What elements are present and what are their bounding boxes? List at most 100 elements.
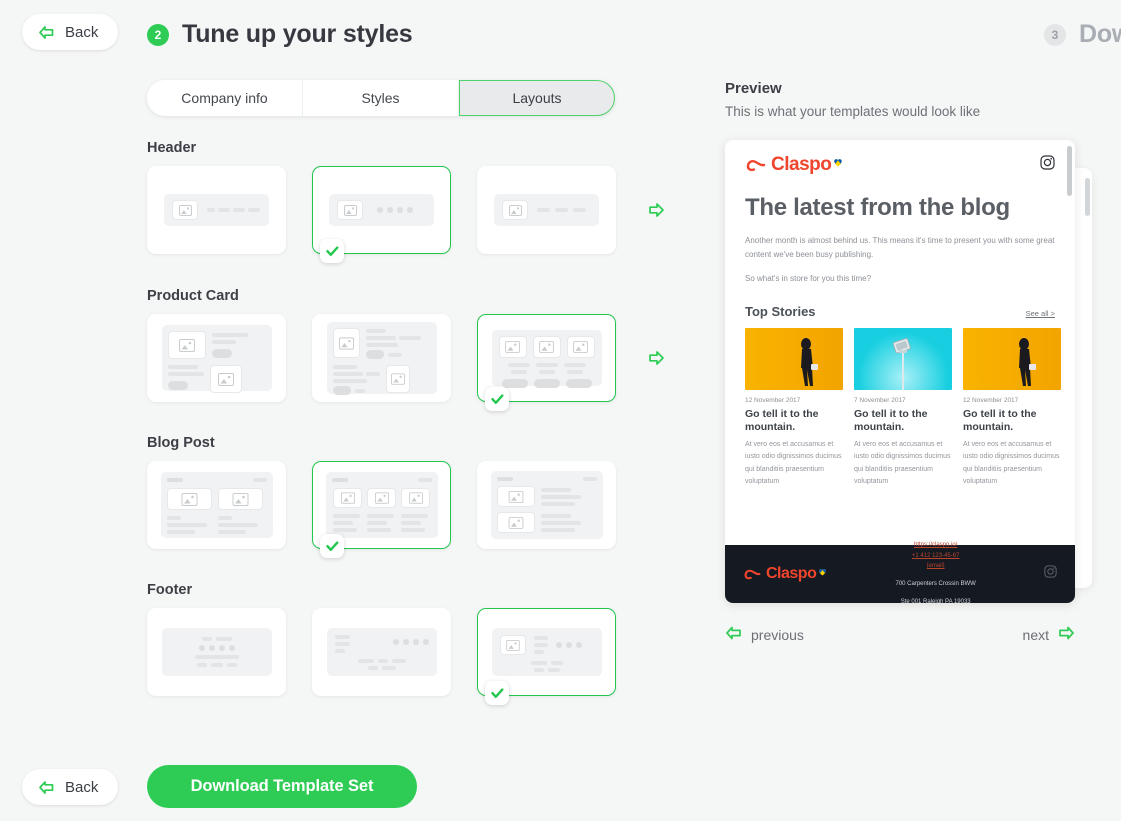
story-card[interactable]: 12 November 2017 Go tell it to the mount… [745, 327, 843, 488]
product-card-row-next-arrow-icon[interactable] [646, 349, 666, 367]
header-layout-option-2[interactable] [312, 166, 451, 263]
step-2-number: 2 [147, 23, 169, 46]
preview-template-card: Claspo The latest from the blog Another … [725, 140, 1075, 603]
card-row-header [147, 166, 666, 263]
story-title: Go tell it to the mountain. [745, 407, 819, 433]
story-card[interactable]: 12 November 2017 Go tell it to the mount… [963, 327, 1061, 488]
section-title-footer: Footer [147, 582, 193, 598]
product-card-layout-option-3[interactable] [477, 314, 616, 411]
preview-paragraph-1: Another month is almost behind us. This … [745, 236, 1055, 259]
story-image-floodlight [854, 327, 952, 390]
top-bar: Back 2 Tune up your styles 3 Download [0, 0, 1121, 64]
preview-paragraph-2: So what's in store for you this time? [745, 274, 872, 284]
footer-website-link[interactable]: https://claspo.io/ [827, 540, 1044, 551]
back-button-top[interactable]: Back [22, 14, 119, 50]
step-3-indicator[interactable]: 3 Download [1044, 20, 1121, 49]
preview-email-header: Claspo [725, 140, 1075, 184]
footer-contact-block: https://claspo.io/ +1 412 123-45-67 [ema… [827, 540, 1044, 603]
story-title: Go tell it to the mountain. [963, 407, 1037, 433]
product-card-layout-option-2[interactable] [312, 314, 451, 402]
story-text: At vero eos et accusamus et iusto odio d… [854, 441, 951, 485]
step-2-title: Tune up your styles [182, 20, 413, 48]
section-blog-post: Blog Post [147, 435, 616, 558]
section-footer: Footer [147, 582, 616, 705]
selected-check-icon [485, 387, 509, 411]
story-text: At vero eos et accusamus et iusto odio d… [963, 441, 1060, 485]
preview-stories-header: Top Stories See all > [725, 304, 1075, 319]
see-all-link[interactable]: See all > [1026, 309, 1055, 318]
back-button-label: Back [65, 23, 99, 41]
story-title: Go tell it to the mountain. [854, 407, 928, 433]
previous-label: previous [751, 626, 804, 643]
card-row-product-card [147, 314, 666, 411]
claspo-wordmark: Claspo [771, 154, 832, 175]
header-layout-option-3[interactable] [477, 166, 616, 254]
footer-phone-link[interactable]: +1 412 123-45-67 [827, 551, 1044, 562]
preview-stories-list: 12 November 2017 Go tell it to the mount… [725, 327, 1075, 488]
footer-email-link[interactable]: [email] [827, 561, 1044, 572]
selected-check-icon [320, 239, 344, 263]
tab-bar: Company info Styles Layouts [147, 80, 615, 116]
next-button[interactable]: next [1023, 625, 1075, 644]
story-text: At vero eos et accusamus et iusto odio d… [745, 441, 842, 485]
step-3-number: 3 [1044, 23, 1066, 46]
preview-subtitle: This is what your templates would look l… [725, 104, 981, 119]
next-label: next [1022, 626, 1049, 643]
preview-panel-heading: Preview This is what your templates woul… [725, 80, 980, 119]
blog-post-layout-option-1[interactable] [147, 461, 286, 549]
section-title-blog-post: Blog Post [147, 435, 215, 451]
story-date: 12 November 2017 [745, 396, 801, 404]
ukraine-heart-icon [819, 568, 827, 576]
arrow-left-icon [38, 25, 55, 40]
story-image-woman-walking [745, 327, 843, 390]
tab-layouts[interactable]: Layouts [459, 80, 615, 116]
footer-address-line-1: 700 Carpenters Crossin BWW [895, 580, 976, 587]
selected-check-icon [320, 534, 344, 558]
claspo-mark-icon [746, 160, 766, 172]
tab-company-info[interactable]: Company info [147, 80, 303, 116]
arrow-left-icon [38, 780, 55, 795]
story-date: 7 November 2017 [854, 396, 906, 404]
selected-check-icon [485, 681, 509, 705]
card-row-footer [147, 608, 616, 705]
step-2-indicator: 2 Tune up your styles [147, 20, 413, 49]
story-image-woman-walking [963, 327, 1061, 390]
card-row-blog-post [147, 461, 616, 558]
preview-scrollbar[interactable] [1067, 146, 1072, 196]
section-product-card: Product Card [147, 288, 666, 411]
preview-navigation: previous next [725, 625, 1075, 644]
claspo-mark-icon [744, 569, 761, 580]
ukraine-heart-icon [834, 158, 843, 166]
tab-styles[interactable]: Styles [303, 80, 459, 116]
footer-layout-option-3[interactable] [477, 608, 616, 705]
footer-claspo-wordmark: Claspo [766, 565, 817, 582]
download-template-set-button[interactable]: Download Template Set [147, 765, 417, 808]
arrow-left-icon [725, 625, 743, 644]
footer-layout-option-2[interactable] [312, 608, 451, 696]
story-card[interactable]: 7 November 2017 Go tell it to the mounta… [854, 327, 952, 488]
claspo-logo: Claspo [745, 154, 843, 176]
preview-email-footer: Claspo https://claspo.io/ +1 412 123-45-… [725, 542, 1075, 603]
footer-layout-option-1[interactable] [147, 608, 286, 696]
footer-instagram-icon[interactable] [1044, 565, 1057, 583]
step-3-title: Download [1079, 20, 1121, 48]
product-card-layout-option-1[interactable] [147, 314, 286, 402]
header-row-next-arrow-icon[interactable] [646, 201, 666, 219]
arrow-right-icon [1057, 625, 1075, 644]
instagram-icon[interactable] [1040, 155, 1055, 175]
back-button-label: Back [65, 778, 99, 796]
back-button-bottom[interactable]: Back [22, 769, 119, 805]
header-layout-option-1[interactable] [147, 166, 286, 254]
preview-stack-scrollbar[interactable] [1085, 178, 1090, 216]
preview-stories-title: Top Stories [745, 303, 816, 319]
previous-button[interactable]: previous [725, 625, 804, 644]
blog-post-layout-option-3[interactable] [477, 461, 616, 549]
blog-post-layout-option-2[interactable] [312, 461, 451, 558]
section-title-product-card: Product Card [147, 288, 239, 304]
section-header: Header [147, 140, 666, 263]
footer-address-line-2: Ste 001 Raleigh PA 19033 [900, 598, 971, 603]
page-root: Back 2 Tune up your styles 3 Download Co… [0, 0, 1121, 821]
preview-title: Preview [725, 80, 782, 97]
footer-claspo-logo: Claspo [743, 565, 827, 583]
story-date: 12 November 2017 [963, 396, 1019, 404]
